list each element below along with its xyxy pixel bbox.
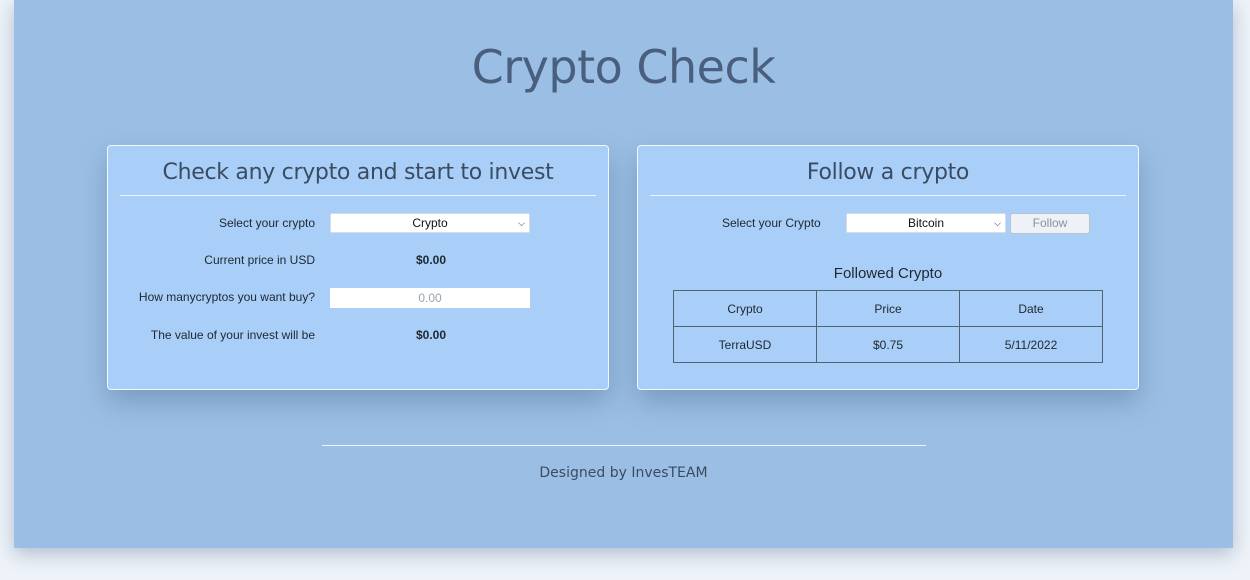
page-title: Crypto Check xyxy=(471,40,776,94)
amount-input[interactable]: 0.00 xyxy=(330,288,530,308)
follow-card: Follow a crypto Select your Crypto Bitco… xyxy=(637,145,1139,390)
follow-select-label: Select your Crypto xyxy=(722,216,821,230)
footer-credit: Designed by InvesTEAM xyxy=(539,465,708,481)
table-header-price: Price xyxy=(816,290,960,327)
select-crypto-label: Select your crypto xyxy=(218,216,315,230)
followed-crypto-table: Crypto Price Date TerraUSD $0.75 5/11/20… xyxy=(673,290,1103,363)
follow-select-value: Bitcoin xyxy=(907,216,945,230)
footer-divider xyxy=(322,445,926,446)
table-cell-crypto: TerraUSD xyxy=(673,326,817,363)
table-cell-price: $0.75 xyxy=(816,326,960,363)
follow-crypto-select[interactable]: Bitcoin ⌵ xyxy=(846,213,1006,233)
table-header-row: Crypto Price Date xyxy=(673,290,1103,327)
current-price-value: $0.00 xyxy=(416,253,447,267)
chevron-down-icon: ⌵ xyxy=(518,218,525,228)
amount-label: How manycryptos you want buy? xyxy=(138,290,315,304)
follow-button[interactable]: Follow xyxy=(1010,213,1090,234)
page: Crypto Check Check any crypto and start … xyxy=(14,0,1233,548)
invest-value: $0.00 xyxy=(416,328,447,342)
table-cell-date: 5/11/2022 xyxy=(959,326,1103,363)
crypto-select[interactable]: Crypto ⌵ xyxy=(330,213,530,233)
invest-value-label: The value of your invest will be xyxy=(150,328,315,342)
amount-input-placeholder: 0.00 xyxy=(418,291,442,305)
table-header-crypto: Crypto xyxy=(673,290,817,327)
follow-card-title: Follow a crypto xyxy=(806,160,970,185)
crypto-select-value: Crypto xyxy=(412,216,448,230)
followed-crypto-title: Followed Crypto xyxy=(833,265,943,282)
invest-card: Check any crypto and start to invest Sel… xyxy=(107,145,609,390)
chevron-down-icon: ⌵ xyxy=(994,218,1001,228)
invest-card-title: Check any crypto and start to invest xyxy=(162,160,554,185)
current-price-label: Current price in USD xyxy=(204,253,315,267)
table-header-date: Date xyxy=(959,290,1103,327)
table-row: TerraUSD $0.75 5/11/2022 xyxy=(673,326,1103,363)
invest-card-divider xyxy=(120,195,596,196)
follow-card-divider xyxy=(650,195,1126,196)
